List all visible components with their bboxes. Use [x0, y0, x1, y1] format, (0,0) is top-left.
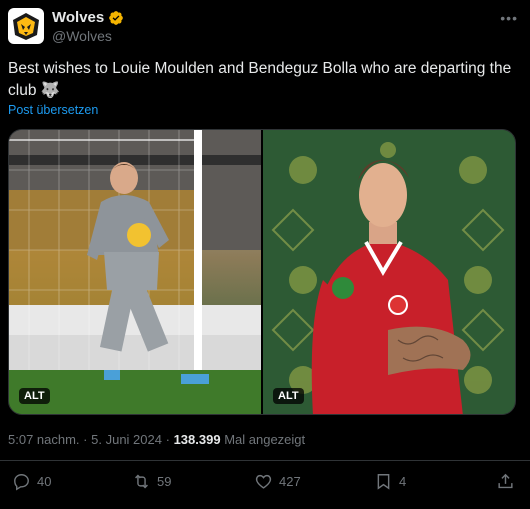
- tweet-header: Wolves @Wolves •••: [8, 8, 522, 48]
- view-count: 138.399: [173, 432, 221, 447]
- tweet-meta: 5:07 nachm. · 5. Juni 2024 · 138.399 Mal…: [8, 432, 305, 447]
- reply-icon: [14, 474, 29, 491]
- player-photo: [263, 130, 515, 414]
- media-grid: ALT ALT: [8, 129, 516, 415]
- like-button[interactable]: 427: [254, 472, 301, 491]
- repost-button[interactable]: 59: [132, 472, 171, 491]
- repost-count: 59: [157, 474, 172, 489]
- bookmark-count: 4: [399, 474, 407, 489]
- alt-badge[interactable]: ALT: [19, 388, 50, 404]
- avatar[interactable]: [8, 8, 44, 44]
- wolves-logo-icon: [13, 13, 39, 40]
- tweet-date[interactable]: 5. Juni 2024: [91, 432, 162, 447]
- bookmark-icon: [377, 474, 390, 490]
- views-label: Mal angezeigt: [224, 432, 306, 447]
- media-image-right[interactable]: ALT: [263, 130, 515, 414]
- repost-icon: [135, 474, 148, 489]
- action-bar: 40 59 427 4: [8, 472, 522, 498]
- share-icon: [498, 473, 513, 489]
- reply-count: 40: [37, 474, 52, 489]
- handle[interactable]: @Wolves: [52, 28, 112, 44]
- share-button[interactable]: [496, 472, 515, 491]
- media-image-left[interactable]: ALT: [9, 130, 262, 414]
- display-name[interactable]: Wolves: [52, 9, 104, 26]
- meta-separator: ·: [165, 432, 170, 447]
- more-icon[interactable]: •••: [500, 10, 518, 26]
- tweet-text: Best wishes to Louie Moulden and Bendegu…: [8, 60, 512, 99]
- like-icon: [255, 474, 272, 489]
- divider: [0, 460, 530, 461]
- bookmark-button[interactable]: 4: [374, 472, 406, 491]
- translate-link[interactable]: Post übersetzen: [8, 103, 98, 117]
- alt-badge[interactable]: ALT: [273, 388, 304, 404]
- reply-button[interactable]: 40: [12, 472, 51, 491]
- meta-separator: ·: [83, 432, 88, 447]
- like-count: 427: [279, 474, 301, 489]
- tweet-time[interactable]: 5:07 nachm.: [8, 432, 80, 447]
- verified-badge-icon[interactable]: [108, 10, 124, 26]
- goalkeeper-photo: [9, 130, 262, 414]
